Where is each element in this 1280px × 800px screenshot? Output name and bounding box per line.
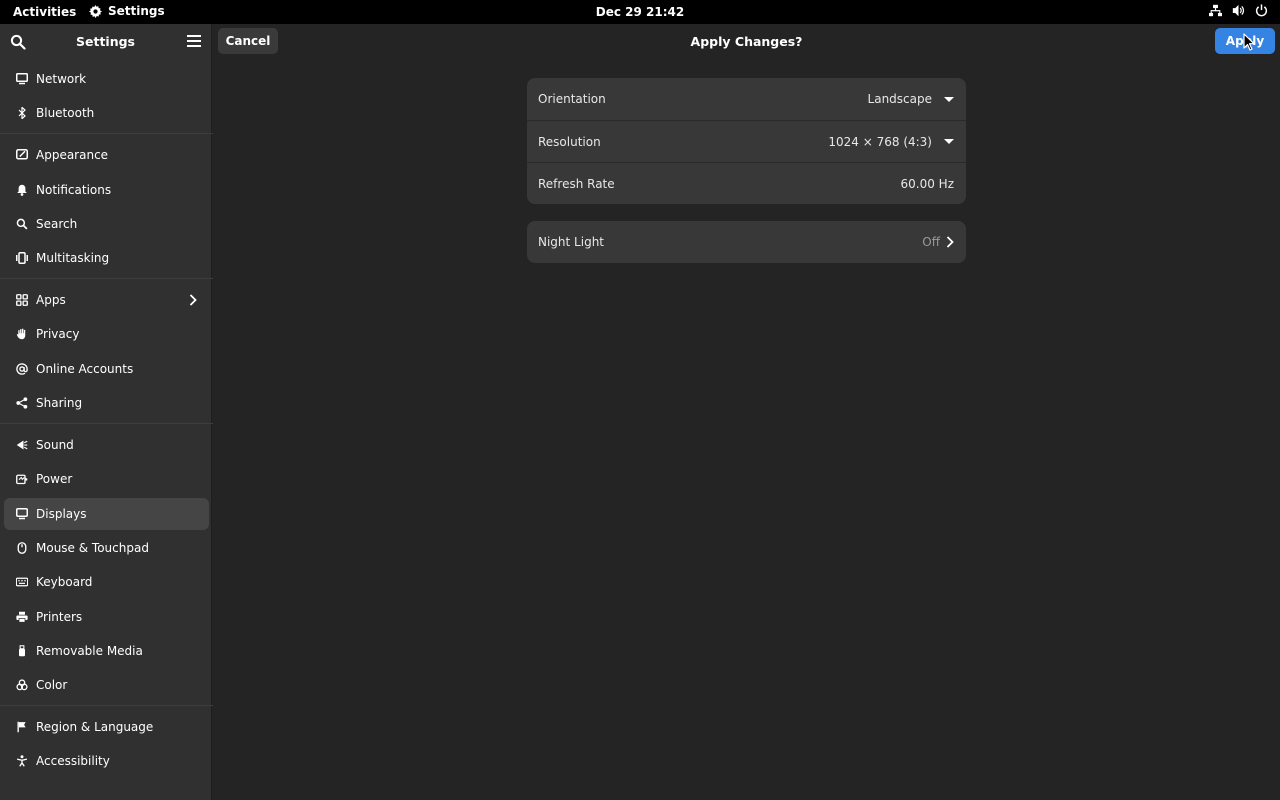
night-light-value: Off xyxy=(922,235,940,249)
volume-icon xyxy=(1232,4,1244,17)
chevron-right-icon xyxy=(946,236,954,248)
sidebar-item-label: Accessibility xyxy=(36,754,110,769)
sidebar-item-label: Privacy xyxy=(36,327,80,342)
sidebar-item-color[interactable]: Color xyxy=(4,669,209,701)
sidebar-item-apps[interactable]: Apps xyxy=(4,284,209,316)
at-icon xyxy=(15,362,29,376)
sidebar-item-region-language[interactable]: Region & Language xyxy=(4,711,209,743)
sidebar-item-bluetooth[interactable]: Bluetooth xyxy=(4,97,209,129)
sidebar-item-printers[interactable]: Printers xyxy=(4,601,209,633)
orientation-value: Landscape xyxy=(867,92,932,106)
appearance-icon xyxy=(15,148,29,162)
multitasking-icon xyxy=(15,251,29,265)
usb-icon xyxy=(15,644,29,658)
sidebar-item-sound[interactable]: Sound xyxy=(4,429,209,461)
power-battery-icon xyxy=(15,472,29,486)
night-light-card: Night Light Off xyxy=(527,221,966,263)
sidebar-item-label: Printers xyxy=(36,609,83,624)
dropdown-arrow-icon xyxy=(944,96,954,102)
top-bar: Activities Settings Dec 29 21:42 xyxy=(0,0,1280,24)
sidebar-item-label: Search xyxy=(36,216,78,231)
sidebar-separator xyxy=(0,423,213,425)
clock[interactable]: Dec 29 21:42 xyxy=(0,5,1280,19)
bluetooth-icon xyxy=(15,106,29,120)
sidebar-item-search[interactable]: Search xyxy=(4,208,209,240)
power-icon xyxy=(1255,4,1268,17)
orientation-dropdown[interactable]: Landscape xyxy=(868,92,954,106)
mouse-icon xyxy=(15,541,29,555)
night-light-row[interactable]: Night Light Off xyxy=(527,221,966,263)
resolution-row[interactable]: Resolution 1024 × 768 (4:3) xyxy=(527,120,966,162)
share-icon xyxy=(15,396,29,410)
night-light-status: Off xyxy=(922,235,954,249)
sidebar-item-power[interactable]: Power xyxy=(4,463,209,495)
color-icon xyxy=(15,678,29,692)
sidebar-separator xyxy=(0,705,213,707)
sidebar-item-notifications[interactable]: Notifications xyxy=(4,174,209,206)
apps-icon xyxy=(15,293,29,307)
sidebar-item-label: Multitasking xyxy=(36,251,110,266)
sidebar-nav: Network Bluetooth Appearance Notificatio… xyxy=(0,63,213,780)
accessibility-icon xyxy=(15,754,29,768)
sidebar-item-online-accounts[interactable]: Online Accounts xyxy=(4,353,209,385)
sidebar-item-appearance[interactable]: Appearance xyxy=(4,139,209,171)
sidebar-item-multitasking[interactable]: Multitasking xyxy=(4,242,209,274)
sidebar-title: Settings xyxy=(75,34,135,49)
bell-icon xyxy=(15,183,29,197)
sidebar-item-label: Apps xyxy=(36,293,66,308)
resolution-value: 1024 × 768 (4:3) xyxy=(828,134,932,149)
sidebar-item-mouse-touchpad[interactable]: Mouse & Touchpad xyxy=(4,532,209,564)
content-header: Cancel Apply Changes? Apply xyxy=(213,24,1280,59)
sidebar-item-label: Notifications xyxy=(36,182,112,197)
sidebar-header: Settings xyxy=(0,24,211,59)
sidebar-item-label: Displays xyxy=(36,506,87,521)
resolution-label: Resolution xyxy=(538,134,601,149)
network-icon xyxy=(15,72,29,86)
sidebar-item-label: Mouse & Touchpad xyxy=(36,540,149,555)
sidebar-item-label: Power xyxy=(36,472,73,487)
sidebar: Settings Network Bluetooth Appearance No… xyxy=(0,24,213,800)
sidebar-item-label: Sound xyxy=(36,438,74,453)
sidebar-item-label: Color xyxy=(36,678,68,693)
sidebar-item-label: Sharing xyxy=(36,396,83,411)
orientation-row[interactable]: Orientation Landscape xyxy=(527,78,966,120)
hamburger-menu-icon[interactable] xyxy=(187,35,201,47)
sidebar-item-displays[interactable]: Displays xyxy=(4,497,209,530)
chevron-right-icon xyxy=(189,294,197,306)
sidebar-item-removable-media[interactable]: Removable Media xyxy=(4,635,209,667)
hand-icon xyxy=(15,327,29,341)
sidebar-item-sharing[interactable]: Sharing xyxy=(4,387,209,419)
mouse-cursor-icon xyxy=(1243,33,1255,51)
sidebar-item-accessibility[interactable]: Accessibility xyxy=(4,745,209,777)
sidebar-item-label: Bluetooth xyxy=(36,106,95,121)
resolution-dropdown[interactable]: 1024 × 768 (4:3) xyxy=(828,135,954,149)
sidebar-item-keyboard[interactable]: Keyboard xyxy=(4,566,209,598)
sidebar-item-label: Online Accounts xyxy=(36,361,134,376)
page-title: Apply Changes? xyxy=(690,34,803,49)
search-icon xyxy=(15,217,29,231)
sidebar-item-label: Network xyxy=(36,72,87,86)
keyboard-icon xyxy=(15,575,29,589)
refresh-rate-row: Refresh Rate 60.00 Hz xyxy=(527,162,966,204)
sidebar-item-privacy[interactable]: Privacy xyxy=(4,318,209,350)
network-wired-icon xyxy=(1209,4,1222,17)
night-light-label: Night Light xyxy=(538,235,604,249)
sidebar-separator xyxy=(0,278,213,280)
dropdown-arrow-icon xyxy=(944,139,954,144)
sidebar-item-label: Keyboard xyxy=(36,575,93,590)
flag-icon xyxy=(15,720,29,734)
orientation-label: Orientation xyxy=(538,92,606,106)
sidebar-item-network[interactable]: Network xyxy=(4,63,209,95)
speaker-icon xyxy=(15,438,29,452)
sidebar-item-label: Region & Language xyxy=(36,720,154,735)
sidebar-item-label: Appearance xyxy=(36,148,109,163)
sidebar-item-label: Removable Media xyxy=(36,643,143,658)
printer-icon xyxy=(15,610,29,624)
display-settings-card: Orientation Landscape Resolution 1024 × … xyxy=(527,78,966,204)
sidebar-separator xyxy=(0,133,213,135)
refresh-rate-value: 60.00 Hz xyxy=(900,176,955,191)
system-tray[interactable] xyxy=(1209,4,1268,17)
refresh-rate-label: Refresh Rate xyxy=(538,176,615,191)
display-icon xyxy=(15,507,29,521)
